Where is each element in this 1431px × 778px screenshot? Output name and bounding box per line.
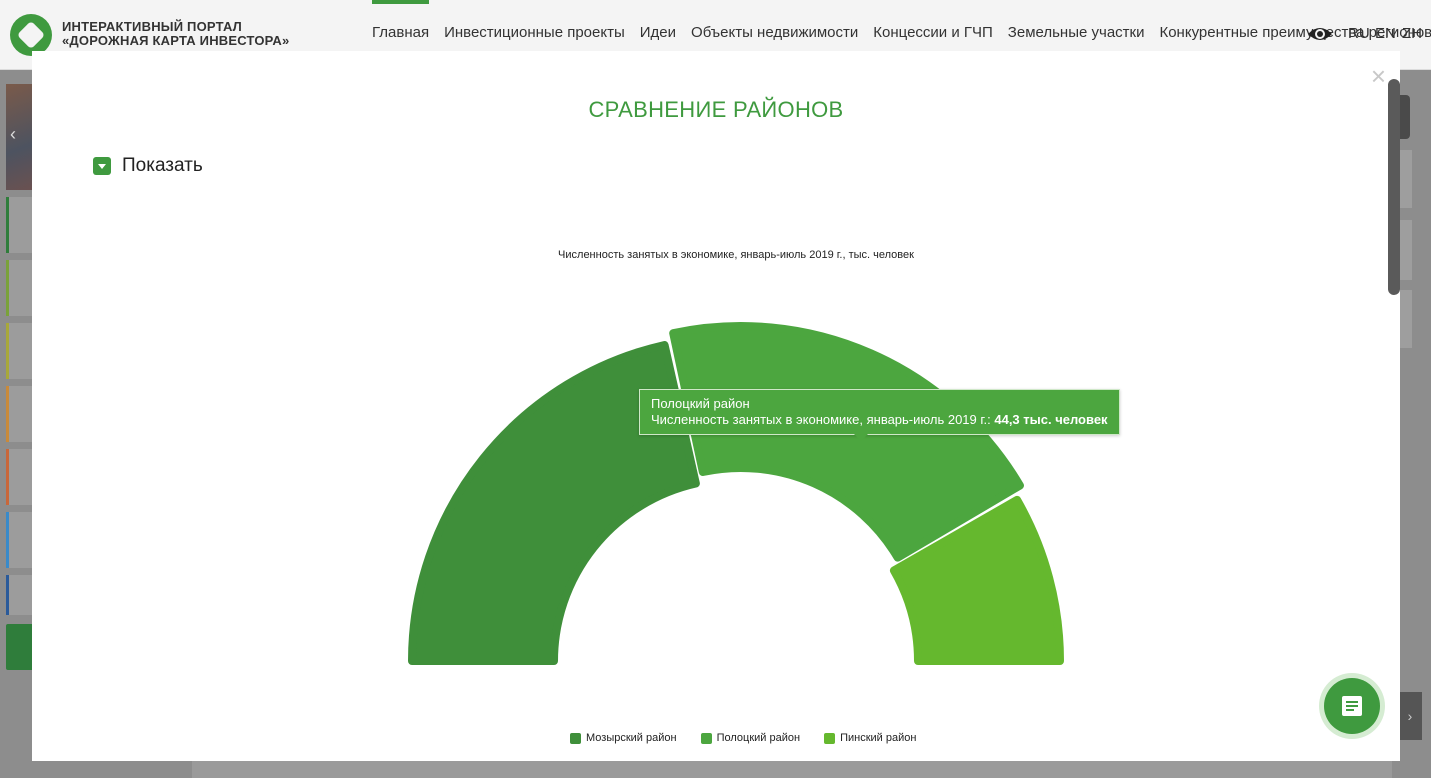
chart-legend: Мозырский район Полоцкий район Пинский р… <box>570 732 940 744</box>
bg-right-card <box>1398 290 1412 348</box>
lang-en[interactable]: EN <box>1375 25 1396 42</box>
portal-logo-text[interactable]: ИНТЕРАКТИВНЫЙ ПОРТАЛ «ДОРОЖНАЯ КАРТА ИНВ… <box>62 20 289 48</box>
nav-item-investment-projects[interactable]: Инвестиционные проекты <box>444 24 625 44</box>
legend-item-mozyr[interactable]: Мозырский район <box>570 732 677 744</box>
legend-swatch <box>700 732 712 744</box>
tooltip-value: 44,3 тыс. человек <box>994 412 1108 427</box>
donut-slice-1[interactable] <box>669 322 1024 562</box>
legend-swatch <box>824 732 836 744</box>
bg-right-card <box>1398 150 1412 208</box>
portal-logo-icon[interactable] <box>10 14 52 56</box>
fab-inner <box>1324 678 1380 734</box>
legend-label: Мозырский район <box>586 732 677 744</box>
bg-bottom-area <box>192 760 1392 778</box>
nav-item-real-estate[interactable]: Объекты недвижимости <box>691 24 858 44</box>
legend-label: Полоцкий район <box>716 732 801 744</box>
logo-line-1: ИНТЕРАКТИВНЫЙ ПОРТАЛ <box>62 19 243 34</box>
logo-line-2: «ДОРОЖНАЯ КАРТА ИНВЕСТОРА» <box>62 33 290 48</box>
main-nav: Главная Инвестиционные проекты Идеи Объе… <box>372 0 1431 44</box>
tooltip-metric-line: Численность занятых в экономике, январь-… <box>651 412 1108 428</box>
nav-item-land-plots[interactable]: Земельные участки <box>1008 24 1145 44</box>
legend-label: Пинский район <box>840 732 917 744</box>
chart-tooltip: Полоцкий район Численность занятых в эко… <box>639 389 1120 441</box>
accessibility-eye-icon[interactable] <box>1307 24 1333 44</box>
nav-item-ideas[interactable]: Идеи <box>640 24 676 44</box>
document-icon <box>1342 696 1362 716</box>
compare-districts-modal: × СРАВНЕНИЕ РАЙОНОВ Показать Численность… <box>32 51 1400 761</box>
lang-ru[interactable]: RU <box>1348 25 1370 42</box>
modal-scrollbar[interactable] <box>1386 79 1400 295</box>
scrollbar-thumb[interactable] <box>1388 79 1400 295</box>
legend-swatch <box>570 732 581 744</box>
bg-next-icon: › <box>1398 692 1422 740</box>
lang-zh[interactable]: ZH <box>1402 25 1422 42</box>
nav-item-home[interactable]: Главная <box>372 0 430 44</box>
tooltip-district: Полоцкий район <box>651 396 750 411</box>
legend-item-pinsk[interactable]: Пинский район <box>824 732 916 744</box>
bg-slider-prev-icon: ‹ <box>10 124 16 144</box>
feedback-fab[interactable] <box>1319 673 1385 739</box>
legend-item-polotsk[interactable]: Полоцкий район <box>700 732 801 744</box>
bg-right-card <box>1398 220 1412 280</box>
nav-item-concessions[interactable]: Концессии и ГЧП <box>873 24 993 44</box>
tooltip-metric: Численность занятых в экономике, январь-… <box>651 412 995 427</box>
